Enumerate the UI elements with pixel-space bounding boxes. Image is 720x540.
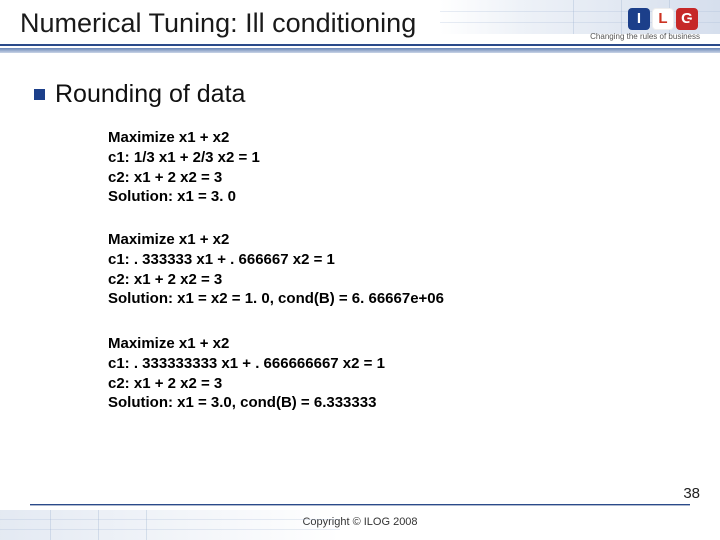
example-block-3: Maximize x1 + x2 c1: . 333333333 x1 + . … bbox=[108, 334, 648, 413]
deco-grid-line bbox=[0, 529, 340, 530]
bottom-decoration bbox=[0, 510, 340, 540]
ilog-logo: IL●G bbox=[628, 8, 700, 32]
deco-grid-line bbox=[146, 510, 147, 540]
title-rule-bottom bbox=[0, 48, 720, 53]
slide: IL●G Changing the rules of business Nume… bbox=[0, 0, 720, 540]
deco-grid-line bbox=[0, 519, 340, 520]
block-line: c1: 1/3 x1 + 2/3 x2 = 1 bbox=[108, 148, 648, 168]
title-rule-top bbox=[0, 44, 720, 46]
bullet-row: Rounding of data bbox=[34, 80, 245, 109]
page-number: 38 bbox=[683, 485, 700, 502]
block-line: c1: . 333333 x1 + . 666667 x2 = 1 bbox=[108, 250, 648, 270]
block-line: c1: . 333333333 x1 + . 666666667 x2 = 1 bbox=[108, 354, 648, 374]
logo-letter: I bbox=[628, 8, 650, 30]
block-line: Maximize x1 + x2 bbox=[108, 128, 648, 148]
block-solution: Solution: x1 = 3.0, cond(B) = 6.333333 bbox=[108, 393, 648, 413]
block-solution: Solution: x1 = x2 = 1. 0, cond(B) = 6. 6… bbox=[108, 289, 648, 309]
bullet-square-icon bbox=[34, 89, 45, 100]
slide-title: Numerical Tuning: Ill conditioning bbox=[20, 8, 416, 39]
block-line: Maximize x1 + x2 bbox=[108, 230, 648, 250]
block-solution: Solution: x1 = 3. 0 bbox=[108, 187, 648, 207]
block-line: c2: x1 + 2 x2 = 3 bbox=[108, 168, 648, 188]
logo-letter: ●G bbox=[676, 8, 698, 30]
example-block-2: Maximize x1 + x2 c1: . 333333 x1 + . 666… bbox=[108, 230, 648, 309]
deco-grid-line bbox=[98, 510, 99, 540]
example-block-1: Maximize x1 + x2 c1: 1/3 x1 + 2/3 x2 = 1… bbox=[108, 128, 648, 207]
block-line: c2: x1 + 2 x2 = 3 bbox=[108, 374, 648, 394]
footer-rule bbox=[30, 503, 690, 506]
logo-dot: ● bbox=[689, 10, 694, 32]
bullet-text: Rounding of data bbox=[55, 80, 245, 109]
deco-grid-line bbox=[50, 510, 51, 540]
deco-grid-line bbox=[621, 0, 622, 34]
logo-tagline: Changing the rules of business bbox=[590, 32, 700, 41]
block-line: c2: x1 + 2 x2 = 3 bbox=[108, 270, 648, 290]
deco-grid-line bbox=[573, 0, 574, 34]
block-line: Maximize x1 + x2 bbox=[108, 334, 648, 354]
logo-letter: L bbox=[652, 8, 674, 30]
